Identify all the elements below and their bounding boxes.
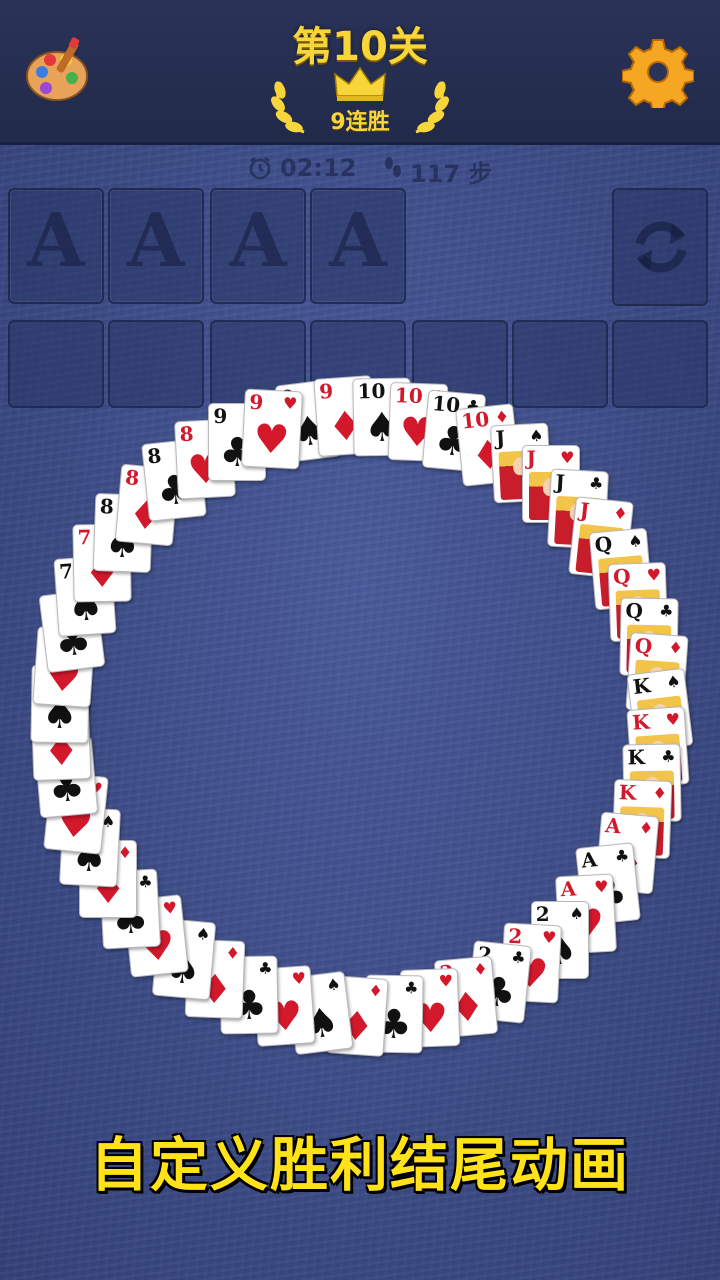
card-suit-icon: ♣ — [588, 473, 604, 494]
card-suit-icon: ♣ — [137, 871, 154, 892]
card-rank: Q — [612, 564, 631, 589]
card-suit-icon: ♦ — [667, 637, 684, 658]
card-rank: J — [526, 446, 536, 471]
card-rank: A — [559, 875, 577, 901]
card-pip-icon: ♥ — [252, 416, 291, 465]
card-suit-icon: ♦ — [612, 502, 629, 524]
card-suit-icon: ♥ — [645, 565, 661, 585]
card-rank: A — [580, 847, 599, 873]
card-rank: 8 — [146, 443, 163, 469]
card-suit-icon: ♦ — [117, 843, 133, 863]
card-rank: J — [494, 425, 506, 450]
card-rank: 7 — [77, 525, 92, 550]
victory-card-ring: 9♠♠9♦♦10♠♠10♥♥10♣♣10♦♦J♠J♥J♣J♦Q♠Q♥Q♣Q♦K♠… — [0, 0, 720, 1280]
card-rank: Q — [633, 633, 653, 659]
card-suit-icon: ♠ — [665, 671, 682, 692]
card-suit-icon: ♠ — [528, 425, 544, 446]
card-suit-icon: ♥ — [282, 393, 298, 414]
card-rank: 9 — [318, 379, 334, 405]
card-suit-icon: ♠ — [325, 974, 342, 996]
card-suit-icon: ♣ — [510, 946, 527, 968]
card-rank: 8 — [99, 493, 114, 519]
promo-caption: 自定义胜利结尾动画 — [89, 1131, 630, 1199]
card-suit-icon: ♦ — [638, 817, 655, 838]
card-rank: Q — [625, 598, 644, 623]
card-suit-icon: ♣ — [614, 845, 631, 867]
ring-card: 9 ♥ ♥ — [240, 388, 304, 470]
card-suit-icon: ♣ — [661, 746, 677, 767]
card-rank: K — [631, 709, 651, 735]
card-suit-icon: ♦ — [652, 782, 668, 803]
card-suit-icon: ♥ — [665, 709, 682, 730]
card-suit-icon: ♣ — [257, 958, 273, 978]
card-rank: J — [578, 497, 591, 523]
card-rank: 9 — [248, 389, 264, 415]
card-rank: 8 — [124, 465, 141, 491]
card-rank: 9 — [213, 404, 228, 429]
card-rank: A — [604, 812, 623, 838]
card-suit-icon: ♥ — [593, 876, 609, 897]
card-suit-icon: ♣ — [659, 601, 675, 621]
card-rank: 10 — [394, 382, 424, 408]
card-rank: K — [631, 672, 652, 699]
card-suit-icon: ♦ — [225, 943, 241, 963]
card-rank: 10 — [356, 378, 386, 404]
card-rank: 10 — [460, 406, 491, 434]
card-suit-icon: ♠ — [195, 924, 212, 945]
card-suit-icon: ♣ — [403, 978, 419, 998]
card-rank: Q — [594, 531, 614, 557]
card-rank: 2 — [535, 901, 550, 926]
card-rank: 7 — [58, 558, 74, 584]
card-suit-icon: ♥ — [541, 927, 557, 947]
card-suit-icon: ♥ — [438, 970, 454, 991]
card-rank: K — [627, 745, 646, 770]
card-suit-icon: ♦ — [367, 980, 384, 1001]
card-suit-icon: ♠ — [569, 903, 584, 923]
card-suit-icon: ♦ — [471, 958, 488, 980]
card-rank: 8 — [178, 421, 194, 447]
card-suit-icon: ♥ — [560, 448, 575, 468]
card-rank: J — [554, 470, 565, 495]
card-suit-icon: ♥ — [290, 968, 307, 989]
card-suit-icon: ♥ — [161, 897, 178, 918]
card-rank: K — [618, 779, 637, 805]
card-suit-icon: ♠ — [627, 530, 644, 551]
